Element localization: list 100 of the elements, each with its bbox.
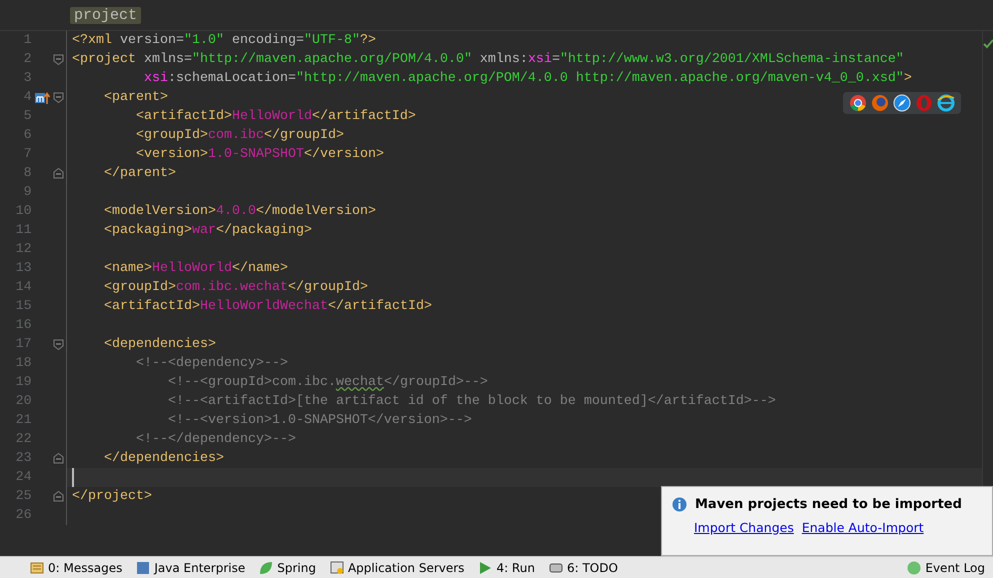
breadcrumb-tab[interactable]: project — [70, 6, 142, 24]
line-number: 23 — [14, 450, 32, 468]
code-token: xsi — [528, 51, 552, 69]
code-token: <!--<dependency>--> — [134, 355, 288, 373]
tool-window-icon — [548, 560, 563, 574]
info-icon — [672, 497, 687, 512]
code-token: ?> — [360, 32, 376, 50]
browser-icon[interactable] — [849, 94, 867, 112]
text-caret — [72, 468, 74, 487]
line-number: 26 — [14, 507, 32, 525]
line-number: 25 — [14, 488, 32, 506]
code-token: 4.0.0 — [216, 203, 256, 221]
line-number: 12 — [14, 241, 32, 259]
line-number: 14 — [14, 279, 32, 297]
code-token: <version> — [134, 146, 208, 164]
code-token: encoding= — [230, 32, 304, 50]
code-token: </artifactId> — [312, 108, 416, 126]
code-token: </groupId> — [288, 279, 368, 297]
code-token: :schemaLocation= — [168, 70, 296, 88]
event-log-button[interactable]: Event Log — [907, 560, 985, 574]
code-token: <packaging> — [102, 222, 192, 240]
play-icon — [478, 560, 492, 574]
line-number: 15 — [14, 298, 32, 316]
line-number: 4 — [22, 89, 32, 107]
line-number: 17 — [14, 336, 32, 354]
line-number: 7 — [22, 146, 32, 164]
line-number: 10 — [14, 203, 32, 221]
code-token: </packaging> — [216, 222, 312, 240]
misspelled-word: wechat — [336, 374, 384, 392]
code-token: "UTF-8" — [304, 32, 360, 50]
browser-icon[interactable] — [937, 94, 955, 112]
line-number: 9 — [22, 184, 32, 202]
code-token: <!--<artifactId>[the artifact id of the block to be mounted]</artifactId>--> — [166, 393, 776, 411]
line-number: 5 — [22, 108, 32, 126]
code-token: <artifactId> — [102, 298, 200, 316]
code-token: = — [552, 51, 560, 69]
code-token: "http://maven.apache.org/POM/4.0.0" — [192, 51, 472, 69]
browser-icon[interactable] — [893, 94, 911, 112]
check-icon — [983, 38, 993, 50]
code-token: xsi — [142, 70, 168, 88]
code-token: <groupId> — [134, 127, 208, 145]
code-token: <project — [72, 51, 136, 69]
code-token: HelloWorld — [232, 108, 312, 126]
line-number: 18 — [14, 355, 32, 373]
code-token: > — [904, 70, 912, 88]
tool-window-icon — [330, 560, 344, 574]
line-number: 16 — [14, 317, 32, 335]
tool-window-button[interactable]: 6: TODO — [548, 560, 618, 574]
line-number: 24 — [14, 469, 32, 487]
code-token: <!--<groupId>com.ibc. — [166, 374, 336, 392]
tool-window-icon — [136, 560, 150, 574]
line-number: 21 — [14, 412, 32, 430]
code-token: "http://www.w3.org/2001/XMLSchema-instance" — [560, 51, 904, 69]
tool-window-button[interactable]: 0: Messages — [30, 560, 122, 574]
code-token: </parent> — [102, 165, 176, 183]
notification-link[interactable]: Import Changes — [694, 518, 794, 538]
notification-title: Maven projects need to be imported — [695, 496, 962, 514]
status-icon — [907, 560, 922, 574]
code-token: HelloWorldWechat — [200, 298, 328, 316]
code-token: <groupId> — [102, 279, 176, 297]
code-token: </dependencies> — [102, 450, 224, 468]
code-token: 1.0-SNAPSHOT — [208, 146, 304, 164]
line-number: 20 — [14, 393, 32, 411]
code-token: <parent> — [102, 89, 168, 107]
tool-window-button[interactable]: 4: Run — [478, 560, 535, 574]
tool-window-icon — [259, 560, 274, 574]
code-token: war — [192, 222, 216, 240]
line-number: 3 — [22, 70, 32, 88]
tool-window-button[interactable]: Java Enterprise — [136, 560, 246, 574]
code-token: <artifactId> — [134, 108, 232, 126]
line-number: 8 — [22, 165, 32, 183]
line-number: 11 — [14, 222, 32, 240]
code-token: </artifactId> — [328, 298, 432, 316]
code-token: <dependencies> — [102, 336, 216, 354]
code-token: </name> — [232, 260, 288, 278]
tool-window-button[interactable]: Spring — [259, 560, 316, 574]
code-token: <!--<version>1.0-SNAPSHOT</version>--> — [166, 412, 472, 430]
code-token: xmlns: — [478, 51, 528, 69]
code-token: </modelVersion> — [256, 203, 376, 221]
line-number: 1 — [22, 32, 32, 50]
code-token: </groupId> — [264, 127, 344, 145]
line-number: 19 — [14, 374, 32, 392]
code-token: xmlns= — [142, 51, 192, 69]
code-token: version= — [118, 32, 184, 50]
tool-window-icon — [30, 560, 44, 574]
tool-window-button[interactable]: Application Servers — [330, 560, 464, 574]
code-token: com.ibc.wechat — [176, 279, 288, 297]
code-token: <modelVersion> — [102, 203, 216, 221]
code-token: <?xml — [72, 32, 112, 50]
code-token: "1.0" — [184, 32, 224, 50]
line-number: 22 — [14, 431, 32, 449]
notification-link[interactable]: Enable Auto-Import — [802, 518, 924, 538]
code-token: <name> — [102, 260, 152, 278]
code-token: "http://maven.apache.org/POM/4.0.0 http://maven.apache.org/maven-v4_0_0.xsd" — [296, 70, 904, 88]
code-token: HelloWorld — [152, 260, 232, 278]
code-token: <!--</dependency>--> — [134, 431, 296, 449]
code-token: </groupId>--> — [384, 374, 488, 392]
line-number: 6 — [22, 127, 32, 145]
code-token: </project> — [72, 488, 152, 506]
code-token: </version> — [304, 146, 384, 164]
